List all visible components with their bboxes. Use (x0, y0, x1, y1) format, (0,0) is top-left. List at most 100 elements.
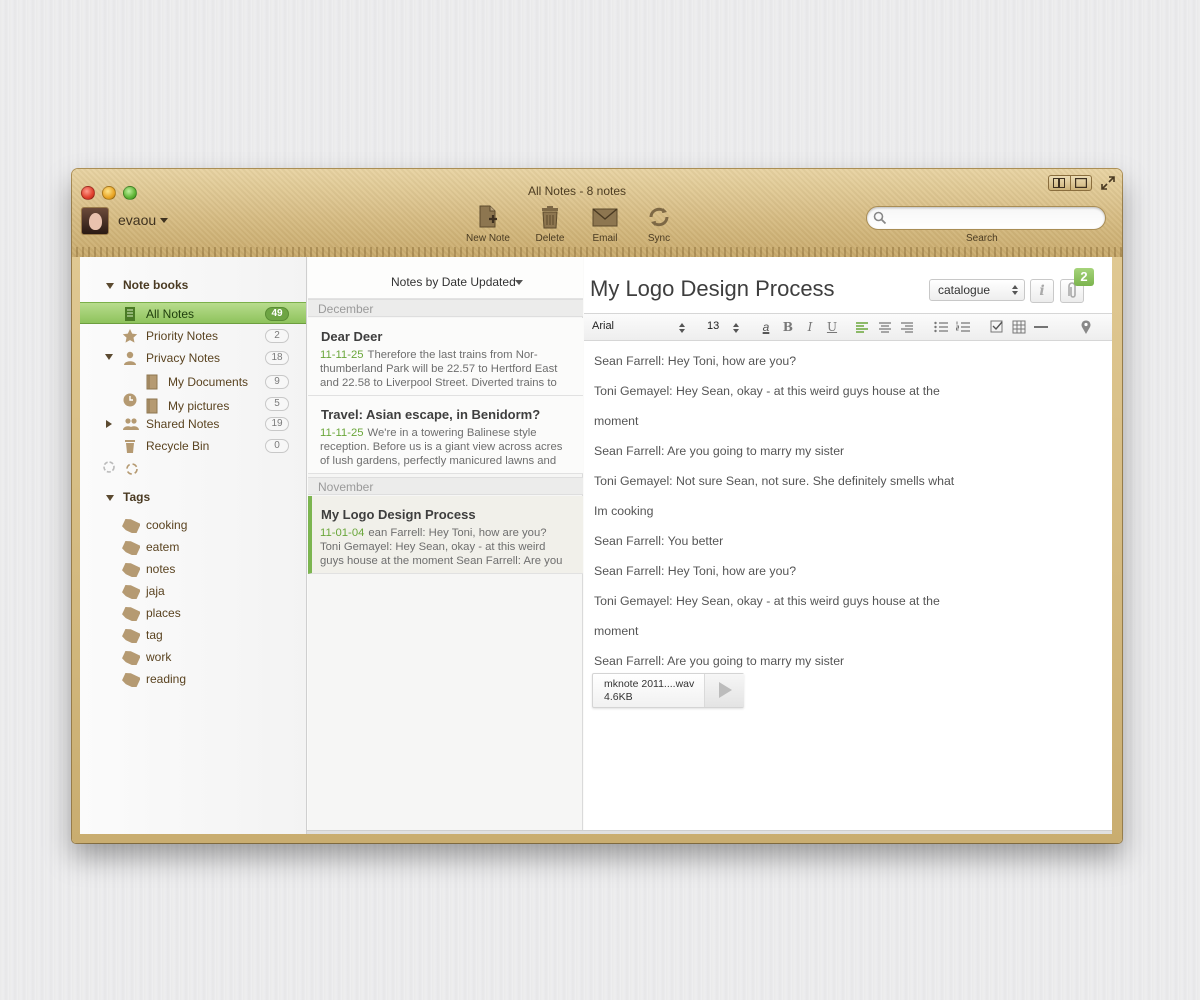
font-size-select[interactable]: 13 (707, 320, 719, 332)
body-line: Sean Farrell: Hey Toni, how are you? (594, 354, 797, 368)
sidebar-item-label: Shared Notes (146, 417, 220, 431)
count-badge: 5 (265, 397, 289, 411)
count-badge: 18 (265, 351, 289, 365)
align-center-icon[interactable] (877, 319, 893, 335)
title-bar: All Notes - 8 notes evaou New Note Delet… (72, 169, 1122, 257)
notebook-select[interactable]: catalogue (929, 279, 1025, 301)
tag-icon (122, 519, 140, 533)
sidebar-item-recycle-bin[interactable]: Recycle Bin 0 (80, 435, 306, 457)
new-note-button[interactable]: New Note (458, 204, 518, 244)
avatar[interactable] (81, 207, 109, 235)
note-card[interactable]: Dear Deer 11-11-25 Therefore the last tra… (308, 318, 583, 396)
count-badge: 2 (265, 329, 289, 343)
notebooks-collapse-icon[interactable] (106, 283, 114, 289)
location-pin-icon[interactable] (1078, 319, 1094, 335)
sidebar-item-label: Recycle Bin (146, 439, 210, 453)
clock-icon (123, 393, 137, 407)
updown-arrows-icon (1012, 285, 1018, 295)
sidebar-item-privacy-notes[interactable]: Privacy Notes 18 (80, 347, 306, 369)
note-list: Notes by Date Updated December Dear Deer… (308, 257, 583, 834)
privacy-expand-icon[interactable] (105, 354, 113, 360)
sidebar-item-my-documents[interactable]: My Documents 9 (80, 371, 306, 393)
align-left-icon[interactable] (854, 319, 870, 335)
numbered-list-icon[interactable] (955, 319, 971, 335)
bullet-list-icon[interactable] (933, 319, 949, 335)
note-card-selected[interactable]: My Logo Design Process 11-01-04 ean Farre… (308, 496, 583, 574)
formatting-toolbar: Arial 13 a B I U (584, 313, 1112, 341)
font-size-arrows-icon[interactable] (733, 323, 739, 333)
tag-icon (122, 563, 140, 577)
email-button[interactable]: Email (575, 204, 635, 244)
zoom-window-button[interactable] (123, 186, 137, 200)
attachment-name: mknote 2011....wav (604, 678, 695, 690)
body-line: Toni Gemayel: Hey Sean, okay - at this w… (594, 594, 940, 608)
shared-expand-icon[interactable] (106, 420, 112, 428)
audio-attachment[interactable]: mknote 2011....wav 4.6KB (592, 673, 744, 708)
tag-label: work (146, 650, 172, 664)
fullscreen-icon[interactable] (1100, 175, 1116, 191)
horizontal-rule-icon[interactable] (1033, 319, 1049, 335)
search-field[interactable] (866, 206, 1106, 230)
font-family-value: Arial (592, 320, 615, 332)
font-family-select[interactable]: Arial (592, 320, 614, 332)
search-input[interactable] (889, 210, 1094, 226)
sync-status (102, 460, 146, 481)
align-right-icon[interactable] (899, 319, 915, 335)
people-icon (123, 418, 139, 430)
tags-collapse-icon[interactable] (106, 495, 114, 501)
sync-spinner-icon (103, 461, 138, 475)
close-window-button[interactable] (81, 186, 95, 200)
single-pane-view-icon[interactable] (1071, 176, 1092, 190)
bold-icon[interactable]: B (780, 319, 796, 335)
window-title: All Notes - 8 notes (527, 184, 627, 198)
note-title: My Logo Design Process (321, 507, 476, 522)
account-name[interactable]: evaou (118, 212, 156, 228)
tag-label: eatem (146, 540, 180, 554)
tag-label: tag (146, 628, 163, 642)
view-toggle[interactable] (1048, 175, 1092, 191)
italic-icon[interactable]: I (802, 319, 818, 335)
font-family-arrows-icon[interactable] (679, 323, 685, 333)
sidebar-item-label: My Documents (168, 375, 249, 389)
sidebar-item-my-pictures[interactable]: My pictures 5 (80, 393, 306, 415)
chevron-down-icon (515, 280, 523, 285)
checkbox-icon[interactable] (989, 319, 1005, 335)
minimize-window-button[interactable] (102, 186, 116, 200)
envelope-icon (592, 208, 618, 227)
star-icon (122, 329, 138, 343)
note-snippet: 11-11-25 Therefore the last trains from N… (320, 348, 570, 390)
sync-button[interactable]: Sync (629, 204, 689, 244)
tag-label: places (146, 606, 181, 620)
font-size-value: 13 (707, 320, 720, 332)
month-header: November (308, 477, 583, 495)
note-title: Travel: Asian escape, in Benidorm? (321, 407, 541, 422)
underline-icon[interactable]: U (824, 319, 840, 335)
sidebar-item-label: My pictures (168, 399, 230, 413)
note-editor: My Logo Design Process catalogue i 2 Ari… (584, 257, 1112, 834)
body-line: Toni Gemayel: Hey Sean, okay - at this w… (594, 384, 940, 398)
table-icon[interactable] (1011, 319, 1027, 335)
sidebar-item-shared-notes[interactable]: Shared Notes 19 (80, 413, 306, 435)
text-color-icon[interactable]: a (758, 319, 774, 335)
notes-icon (125, 307, 135, 321)
sidebar-item-all-notes[interactable]: All Notes 49 (80, 302, 306, 324)
sidebar-item-label: All Notes (146, 307, 195, 321)
body-line: Sean Farrell: You better (594, 534, 724, 548)
info-button[interactable]: i (1030, 279, 1054, 303)
two-pane-view-icon[interactable] (1049, 176, 1071, 190)
play-icon[interactable] (704, 674, 744, 707)
note-card[interactable]: Travel: Asian escape, in Benidorm? 11-11… (308, 396, 583, 474)
account-menu-caret-icon[interactable] (160, 218, 168, 223)
sort-dropdown[interactable]: Notes by Date Updated (308, 257, 583, 299)
note-body[interactable]: Sean Farrell: Hey Toni, how are you? Ton… (594, 353, 1104, 683)
email-label: Email (592, 233, 618, 244)
attachment-count-badge: 2 (1074, 268, 1094, 286)
notebook-icon (146, 374, 158, 390)
sidebar-item-priority-notes[interactable]: Priority Notes 2 (80, 325, 306, 347)
main-content: Note books All Notes 49 Priority Notes 2 (80, 257, 1112, 834)
note-snippet: 11-01-04 ean Farrell: Hey Toni, how are y… (320, 526, 570, 568)
note-date: 11-11-25 (320, 427, 364, 439)
delete-button[interactable]: Delete (520, 204, 580, 244)
note-title-field[interactable]: My Logo Design Process (590, 276, 835, 302)
sort-label: Notes by Date Updated (391, 275, 516, 289)
